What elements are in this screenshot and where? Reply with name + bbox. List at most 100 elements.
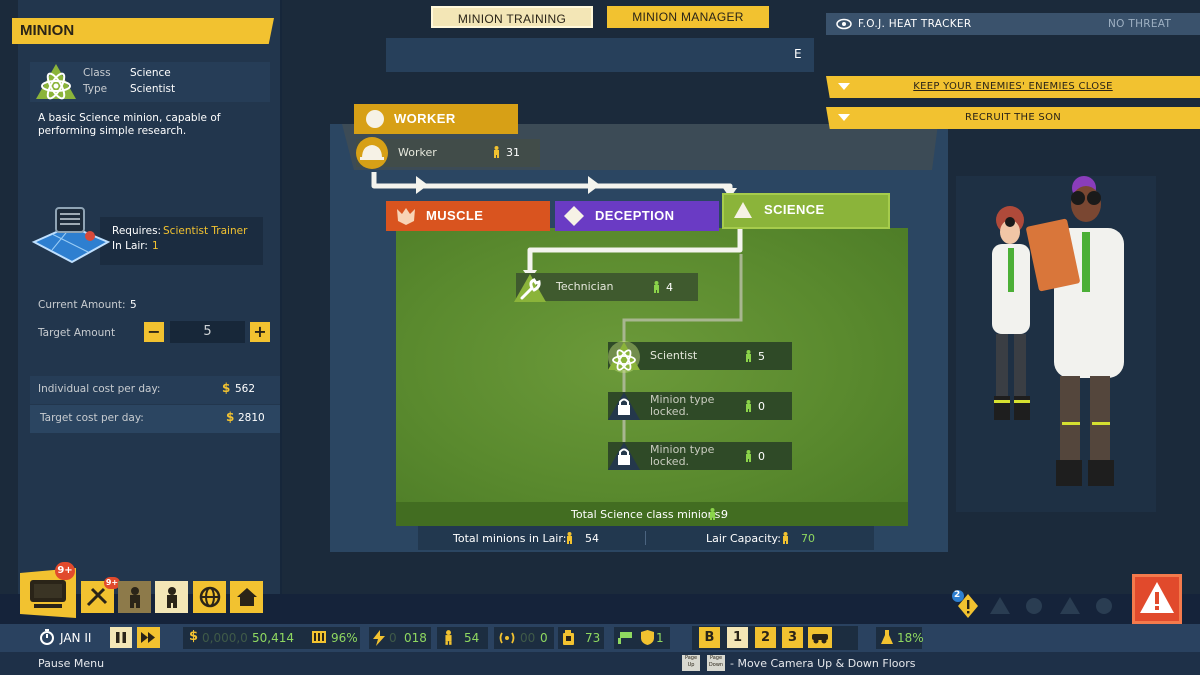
minion-tabs-bar <box>386 38 814 72</box>
decrease-target-button[interactable]: − <box>144 322 164 342</box>
tree-connectors <box>371 172 743 454</box>
worker-node-label: Worker <box>398 146 437 159</box>
atom-icon <box>608 341 640 373</box>
individual-cost-label: Individual cost per day: <box>38 383 161 395</box>
dollar-icon: $ <box>226 410 235 424</box>
target-amount-label: Target Amount <box>38 327 116 339</box>
globe-icon <box>199 586 221 608</box>
minions-value: 54 <box>464 631 480 645</box>
current-amount-value: 5 <box>130 299 137 311</box>
locked-node-label: Minion type locked. <box>650 443 715 468</box>
tab-minion-manager[interactable]: MINION MANAGER <box>607 6 769 28</box>
capacity-label: Lair Capacity: <box>706 532 781 545</box>
in-lair-value: 1 <box>152 240 159 252</box>
floor-1-button[interactable]: 1 <box>727 627 748 648</box>
television-icon <box>30 580 66 608</box>
power-dim-digits: 0 <box>389 631 397 645</box>
floor-3-button[interactable]: 3 <box>782 627 803 648</box>
vehicle-icon <box>812 634 828 644</box>
game-date: JAN II <box>60 631 92 645</box>
lock-icon <box>608 392 640 420</box>
fuel-value: 73 <box>585 631 601 645</box>
hardhat-icon <box>356 137 388 169</box>
minion-figure-icon <box>130 587 140 608</box>
target-amount-field[interactable]: 5 <box>170 321 245 343</box>
flask-icon <box>881 630 893 644</box>
floor-b-button[interactable]: B <box>699 627 720 648</box>
triangle-icon <box>734 202 752 218</box>
atom-icon <box>36 64 76 100</box>
fast-forward-icon <box>141 632 155 643</box>
shield-value: 1 <box>656 631 664 645</box>
page-down-key: Page Down <box>707 655 725 671</box>
minion-figure-icon <box>654 281 659 293</box>
stopwatch-icon <box>40 629 54 645</box>
minion-figure-icon <box>710 508 715 520</box>
tab-minion-training[interactable]: MINION TRAINING <box>431 6 593 28</box>
lightning-icon <box>373 630 385 646</box>
fist-icon <box>397 208 415 225</box>
minion-figure-icon <box>783 532 788 544</box>
home-icon <box>237 588 257 606</box>
chevron-down-icon <box>838 114 850 121</box>
in-lair-label: In Lair: <box>112 240 148 252</box>
money-value: 50,414 <box>252 631 294 645</box>
dollar-icon: $ <box>222 381 231 395</box>
percent-value: 96% <box>331 631 358 645</box>
minion-figure-icon <box>746 450 751 462</box>
dollar-icon: $ <box>189 629 199 644</box>
eye-icon <box>836 18 852 30</box>
total-class-value: 9 <box>721 508 728 521</box>
scientist-count: 5 <box>758 350 765 363</box>
hint-bar <box>0 652 1200 675</box>
heat-meter-icon <box>312 631 326 643</box>
class-label: Class <box>83 67 111 79</box>
pause-menu-hint[interactable]: Pause Menu <box>38 657 104 670</box>
type-label: Type <box>83 83 108 95</box>
minion-figure-icon <box>746 400 751 412</box>
worker-category-icon <box>366 110 384 128</box>
minion-figure-icon <box>494 146 499 158</box>
fuel-can-icon <box>563 630 574 645</box>
capacity-value: 70 <box>801 532 815 545</box>
total-lair-value: 54 <box>585 532 599 545</box>
total-lair-label: Total minions in Lair: <box>453 532 567 545</box>
agent-figure-icon <box>167 587 177 608</box>
current-amount-label: Current Amount: <box>38 299 126 311</box>
warning-icon <box>1140 582 1174 613</box>
technician-count: 4 <box>666 281 673 294</box>
money-dim-digits: 0,000,0 <box>202 631 248 645</box>
security-camera-icon <box>618 632 632 644</box>
target-cost-value: 2810 <box>238 412 265 424</box>
divider <box>645 531 646 545</box>
increase-target-button[interactable]: + <box>250 322 270 342</box>
type-value: Scientist <box>130 83 176 95</box>
heat-tracker-title: F.O.J. HEAT TRACKER <box>858 18 972 30</box>
tv-notification-badge: 9+ <box>55 562 75 580</box>
floor-2-button[interactable]: 2 <box>755 627 776 648</box>
shield-icon <box>641 630 654 645</box>
locked-count: 0 <box>758 450 765 463</box>
tools-icon <box>86 587 108 607</box>
scientist-characters-illustration <box>992 176 1124 486</box>
scientist-trainer-icon <box>31 207 111 264</box>
total-class-label: Total Science class minions: <box>571 508 725 521</box>
objective-keep-enemies[interactable]: KEEP YOUR ENEMIES' ENEMIES CLOSE <box>826 76 1200 98</box>
locked-count: 0 <box>758 400 765 413</box>
objective-recruit-son[interactable]: RECRUIT THE SON <box>826 107 1200 129</box>
camera-hint: - Move Camera Up & Down Floors <box>730 657 916 670</box>
tab-key-hint: E <box>794 47 802 61</box>
lock-icon <box>608 442 640 470</box>
objective-label: KEEP YOUR ENEMIES' ENEMIES CLOSE <box>913 81 1113 92</box>
class-value: Science <box>130 67 171 79</box>
science-percent: 18% <box>897 631 924 645</box>
requires-value: Scientist Trainer <box>163 225 248 237</box>
wrench-icon <box>514 274 546 302</box>
worker-count: 31 <box>506 146 520 159</box>
technician-node-label: Technician <box>556 280 614 293</box>
objective-label: RECRUIT THE SON <box>964 112 1062 123</box>
power-value: 018 <box>404 631 427 645</box>
chevron-down-icon <box>838 83 850 90</box>
individual-cost-value: 562 <box>235 383 256 395</box>
signal-dim-digits: 00 <box>520 631 536 645</box>
